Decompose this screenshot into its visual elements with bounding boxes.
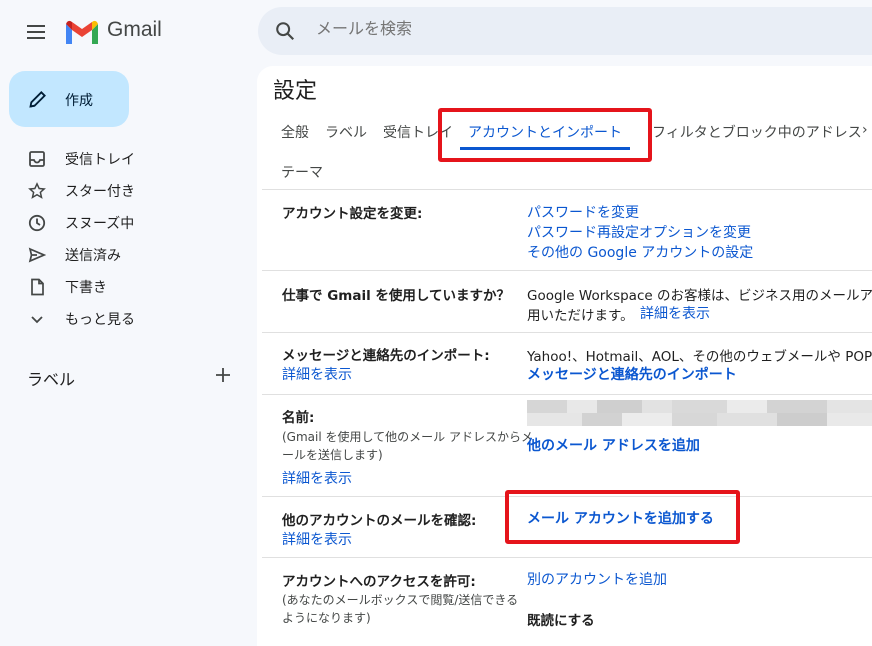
nav-item-more[interactable]: もっと見る [0, 303, 250, 335]
tab-filters[interactable]: フィルタとブロック中のアドレス [652, 122, 862, 142]
search-icon[interactable] [274, 20, 296, 42]
plus-icon [216, 368, 230, 382]
clock-icon [28, 214, 46, 232]
grant-access-sub-text-2: ようになります) [282, 611, 371, 625]
nav-item-sent[interactable]: 送信済み [0, 239, 250, 271]
tab-themes[interactable]: テーマ [281, 162, 323, 182]
tab-next[interactable]: › [862, 122, 868, 138]
divider [262, 332, 872, 333]
add-label-button[interactable] [214, 366, 232, 384]
google-account-settings-link[interactable]: その他の Google アカウントの設定 [527, 242, 753, 262]
gmail-m-icon [66, 20, 98, 44]
nav-item-snoozed[interactable]: スヌーズ中 [0, 207, 250, 239]
workspace-text-2: 用いただけます。 [527, 308, 634, 324]
nav-label: 送信済み [65, 248, 121, 264]
draft-icon [28, 278, 46, 296]
tab-general[interactable]: 全般 [281, 122, 309, 142]
tab-labels[interactable]: ラベル [325, 122, 367, 142]
highlight-box-add-account [505, 490, 740, 544]
main-menu-button[interactable] [24, 20, 48, 44]
change-password-link[interactable]: パスワードを変更 [527, 202, 639, 222]
name-details-link[interactable]: 詳細を表示 [282, 468, 352, 488]
nav-item-starred[interactable]: スター付き [0, 175, 250, 207]
divider [262, 270, 872, 271]
add-email-address-link[interactable]: 他のメール アドレスを追加 [527, 435, 700, 455]
change-recovery-options-link[interactable]: パスワード再設定オプションを変更 [527, 222, 751, 242]
hamburger-icon [27, 25, 45, 39]
divider [262, 557, 872, 558]
workspace-text: Google Workspace のお客様は、ビジネス用のメールア [527, 288, 872, 304]
divider [262, 394, 872, 395]
nav-label: スター付き [65, 184, 135, 200]
nav-label: 下書き [65, 280, 107, 296]
redacted-name [527, 400, 872, 426]
name-label: 名前: [282, 410, 315, 426]
workspace-label: 仕事で Gmail を使用していますか？ [282, 288, 511, 304]
compose-label: 作成 [65, 93, 93, 109]
name-sub-text: (Gmail を使用して他のメール アドレスからメ [282, 430, 533, 444]
app-name: Gmail [107, 18, 162, 41]
mark-as-read-label: 既読にする [527, 613, 595, 629]
name-sub-text-2: ールを送信します) [282, 448, 383, 462]
search-input[interactable] [314, 18, 718, 39]
nav-label: もっと見る [65, 312, 135, 328]
page-title: 設定 [273, 79, 318, 104]
account-settings-label: アカウント設定を変更: [282, 206, 423, 222]
import-text: Yahoo!、Hotmail、AOL、その他のウェブメールや POP [527, 349, 872, 365]
check-mail-details-link[interactable]: 詳細を表示 [282, 529, 352, 549]
send-icon [28, 246, 47, 264]
workspace-details-link[interactable]: 詳細を表示 [640, 303, 710, 323]
pencil-icon [28, 89, 48, 109]
nav-label: スヌーズ中 [65, 216, 135, 232]
divider [262, 189, 872, 190]
labels-heading: ラベル [27, 370, 76, 389]
nav-label: 受信トレイ [65, 152, 135, 168]
star-icon [28, 182, 46, 200]
nav-item-inbox[interactable]: 受信トレイ [0, 143, 250, 175]
inbox-icon [28, 150, 46, 168]
add-another-account-link[interactable]: 別のアカウントを追加 [527, 569, 667, 589]
highlight-box-tab [438, 108, 652, 162]
import-label: メッセージと連絡先のインポート: [282, 348, 490, 364]
nav-item-drafts[interactable]: 下書き [0, 271, 250, 303]
grant-access-label: アカウントへのアクセスを許可: [282, 574, 476, 590]
check-mail-label: 他のアカウントのメールを確認: [282, 513, 477, 529]
grant-access-sub-text: (あなたのメールボックスで閲覧/送信できる [282, 593, 519, 607]
chevron-down-icon [28, 310, 46, 328]
import-details-link[interactable]: 詳細を表示 [282, 364, 352, 384]
import-mail-contacts-link[interactable]: メッセージと連絡先のインポート [527, 364, 737, 384]
